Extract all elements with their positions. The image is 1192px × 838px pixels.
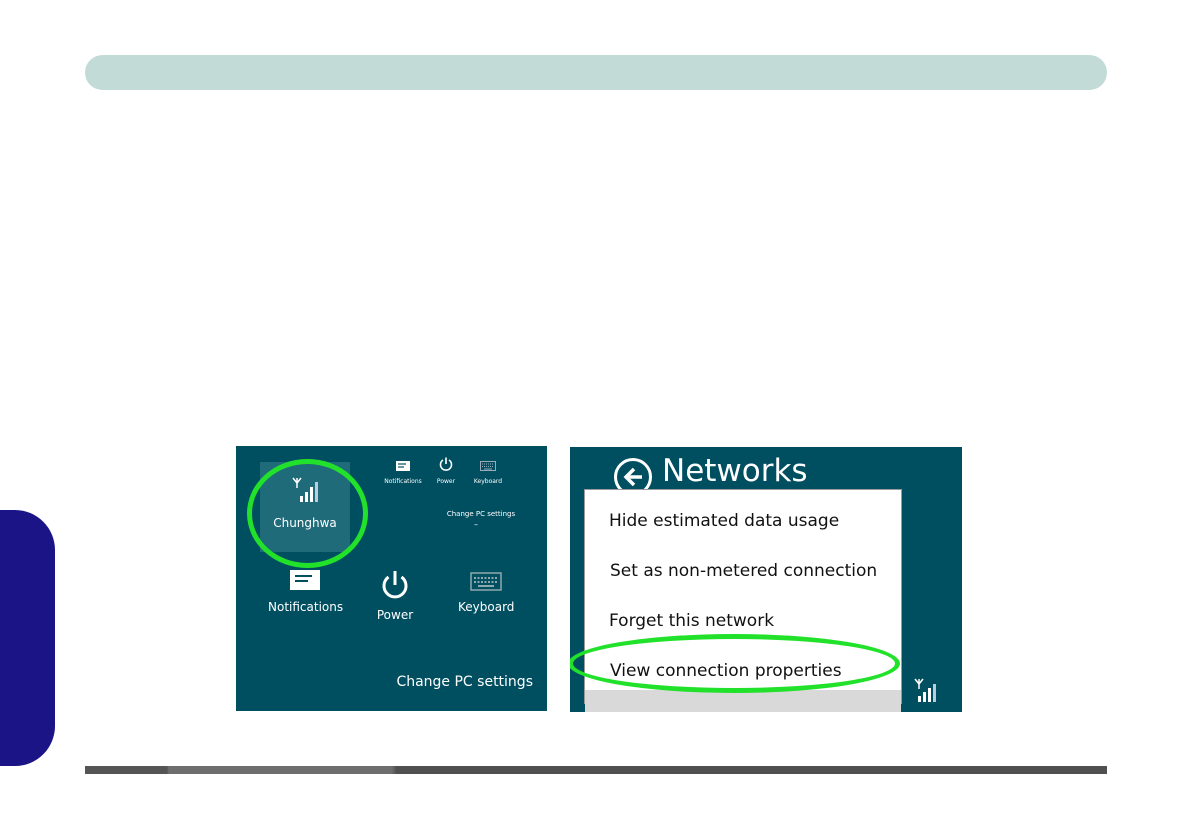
change-pc-settings-link[interactable]: Change PC settings — [396, 674, 533, 690]
notifications-button[interactable]: Notifications — [268, 570, 344, 614]
small-power-label: Power — [436, 478, 456, 485]
small-notifications[interactable]: Notifications — [383, 456, 423, 485]
keyboard-icon — [470, 572, 502, 591]
power-button[interactable]: Power — [374, 570, 416, 622]
power-icon — [382, 571, 408, 599]
menu-item-hide-data-usage[interactable]: Hide estimated data usage — [609, 511, 839, 531]
menu-item-highlight — [585, 690, 901, 712]
networks-screenshot: Networks Hide estimated data usage Set a… — [570, 447, 962, 712]
settings-charm-screenshot: Chunghwa Notifications Power Keyboard Ch… — [236, 446, 547, 711]
highlight-ellipse — [570, 634, 900, 693]
keyboard-button[interactable]: Keyboard — [458, 570, 514, 614]
notifications-icon — [290, 570, 320, 590]
small-keyboard[interactable]: Keyboard — [468, 456, 508, 485]
small-keyboard-label: Keyboard — [473, 478, 503, 485]
wifi-signal-icon — [914, 678, 936, 702]
small-power[interactable]: Power — [426, 456, 466, 485]
small-dash: – — [474, 520, 478, 529]
power-label: Power — [376, 608, 414, 622]
notifications-icon — [396, 461, 410, 471]
keyboard-label: Keyboard — [458, 600, 515, 614]
small-change-settings[interactable]: Change PC settings — [436, 510, 526, 518]
footer-rule — [85, 766, 1107, 774]
notifications-label: Notifications — [268, 600, 344, 614]
small-notifications-label: Notifications — [384, 478, 422, 485]
page-header-bar — [85, 55, 1107, 90]
keyboard-icon — [480, 461, 496, 471]
chapter-side-tab — [0, 510, 55, 766]
menu-item-forget-network[interactable]: Forget this network — [609, 611, 774, 631]
power-icon — [439, 457, 453, 471]
networks-title: Networks — [662, 453, 808, 489]
highlight-circle — [247, 459, 368, 568]
menu-item-non-metered[interactable]: Set as non-metered connection — [610, 561, 877, 581]
